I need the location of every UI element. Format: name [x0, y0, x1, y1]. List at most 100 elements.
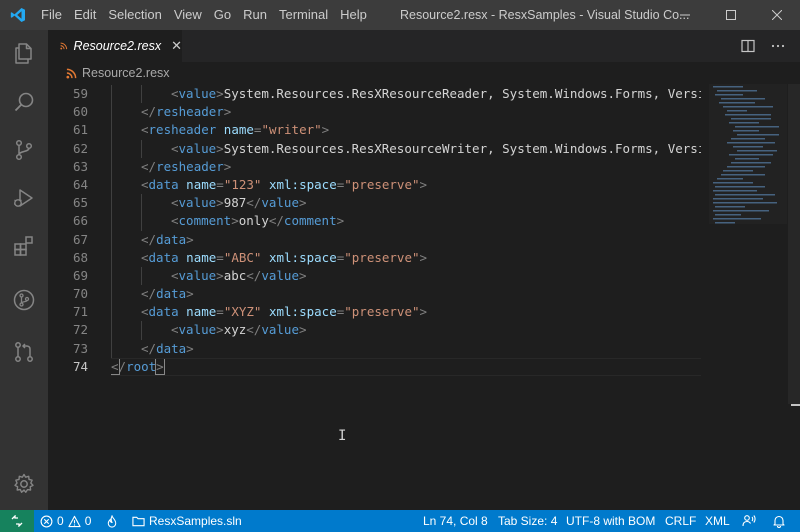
notifications-button[interactable]: [772, 510, 786, 532]
line-number: 69: [72, 267, 88, 283]
extensions-icon: [14, 236, 33, 256]
code-text[interactable]: <value>System.Resources.ResXResourceRead…: [111, 85, 701, 376]
menu-edit[interactable]: Edit: [68, 0, 102, 30]
warning-icon: [68, 515, 81, 527]
vertical-scrollbar[interactable]: [787, 84, 800, 510]
mouse-cursor-ibeam: I: [338, 428, 347, 444]
menu-run[interactable]: Run: [237, 0, 273, 30]
code-line: <value>987</value>: [111, 194, 701, 213]
search-button[interactable]: [0, 78, 48, 126]
line-number: 64: [72, 176, 88, 192]
line-number: 72: [72, 322, 88, 338]
rss-file-icon: [66, 68, 77, 79]
tab-resource2-resx[interactable]: Resource2.resx ✕: [48, 30, 182, 62]
vscode-logo-icon: [0, 0, 35, 30]
error-count: 0: [57, 514, 64, 528]
settings-gear-icon: [14, 473, 34, 493]
code-line: <value>System.Resources.ResXResourceWrit…: [111, 139, 701, 158]
maximize-icon: [726, 10, 736, 20]
code-line: <value>System.Resources.ResXResourceRead…: [111, 85, 701, 104]
file-encoding[interactable]: UTF-8 with BOM: [566, 510, 655, 532]
problems-indicator[interactable]: 0 0: [40, 510, 91, 532]
remote-icon: [11, 515, 23, 527]
menu-bar: File Edit Selection View Go Run Terminal…: [35, 0, 373, 30]
warning-count: 0: [84, 514, 92, 528]
tab-close-icon[interactable]: ✕: [171, 39, 182, 54]
solution-name: ResxSamples.sln: [149, 514, 242, 528]
flame-button[interactable]: [106, 510, 118, 532]
line-number: 66: [72, 213, 88, 229]
menu-terminal[interactable]: Terminal: [273, 0, 334, 30]
code-line: </data>: [111, 339, 701, 358]
line-number-gutter: 59 60 61 62 63 64 65 66 67 68 69 70 71 7…: [48, 85, 88, 376]
tab-size[interactable]: Tab Size: 4: [498, 510, 557, 532]
code-line: </data>: [111, 285, 701, 304]
menu-help[interactable]: Help: [334, 0, 373, 30]
git-graph-icon: [13, 289, 35, 311]
explorer-button[interactable]: [0, 30, 48, 78]
files-icon: [15, 43, 32, 64]
search-icon: [14, 92, 34, 112]
minimize-icon: [680, 14, 690, 16]
editor-actions: [740, 30, 786, 62]
pull-requests-button[interactable]: [0, 328, 48, 376]
title-bar: File Edit Selection View Go Run Terminal…: [0, 0, 800, 30]
line-number: 68: [72, 249, 88, 265]
window-controls: [662, 0, 800, 30]
tab-bar: Resource2.resx ✕: [48, 30, 800, 62]
manage-button[interactable]: [0, 460, 48, 508]
line-number: 70: [72, 286, 88, 302]
close-window-button[interactable]: [754, 0, 800, 30]
line-number: 67: [72, 231, 88, 247]
folder-icon: [132, 516, 145, 527]
line-number-active: 74: [72, 358, 88, 374]
code-line: </resheader>: [111, 157, 701, 176]
cursor-position[interactable]: Ln 74, Col 8: [423, 510, 488, 532]
split-editor-icon[interactable]: [740, 38, 756, 54]
source-control-button[interactable]: [0, 126, 48, 174]
extensions-button[interactable]: [0, 222, 48, 270]
code-line: <resheader name="writer">: [111, 121, 701, 140]
minimize-button[interactable]: [662, 0, 708, 30]
breadcrumb: Resource2.resx: [48, 62, 800, 84]
menu-view[interactable]: View: [168, 0, 208, 30]
code-line-active: </root>: [111, 357, 701, 376]
minimap[interactable]: [701, 84, 787, 510]
line-number: 62: [72, 140, 88, 156]
code-line: </data>: [111, 230, 701, 249]
menu-go[interactable]: Go: [208, 0, 237, 30]
line-number: 73: [72, 340, 88, 356]
window-title: Resource2.resx - ResxSamples - Visual St…: [400, 8, 690, 22]
solution-indicator[interactable]: ResxSamples.sln: [132, 510, 242, 532]
language-mode[interactable]: XML: [705, 510, 730, 532]
menu-selection[interactable]: Selection: [102, 0, 167, 30]
breadcrumb-file[interactable]: Resource2.resx: [82, 66, 170, 80]
close-icon: [772, 10, 782, 20]
line-number: 65: [72, 195, 88, 211]
code-line: <value>xyz</value>: [111, 321, 701, 340]
line-number: 63: [72, 158, 88, 174]
git-graph-button[interactable]: [0, 276, 48, 324]
run-debug-icon: [14, 189, 33, 207]
feedback-person-icon: [742, 515, 756, 527]
more-actions-icon[interactable]: [770, 38, 786, 54]
pull-request-icon: [15, 342, 33, 362]
bell-icon: [773, 515, 785, 528]
run-debug-button[interactable]: [0, 174, 48, 222]
maximize-button[interactable]: [708, 0, 754, 30]
code-line: <data name="XYZ" xml:space="preserve">: [111, 303, 701, 322]
feedback-button[interactable]: [742, 510, 756, 532]
menu-file[interactable]: File: [35, 0, 68, 30]
tab-label: Resource2.resx: [73, 39, 162, 53]
code-line: <data name="ABC" xml:space="preserve">: [111, 248, 701, 267]
code-line: <value>abc</value>: [111, 266, 701, 286]
code-editor[interactable]: 59 60 61 62 63 64 65 66 67 68 69 70 71 7…: [48, 84, 800, 510]
line-number: 71: [72, 304, 88, 320]
activity-bar: [0, 30, 48, 510]
source-control-icon: [15, 139, 33, 161]
line-number: 60: [72, 104, 88, 120]
end-of-line[interactable]: CRLF: [665, 510, 696, 532]
remote-indicator-button[interactable]: [0, 510, 34, 532]
line-number: 61: [72, 122, 88, 138]
code-line: <comment>only</comment>: [111, 212, 701, 231]
